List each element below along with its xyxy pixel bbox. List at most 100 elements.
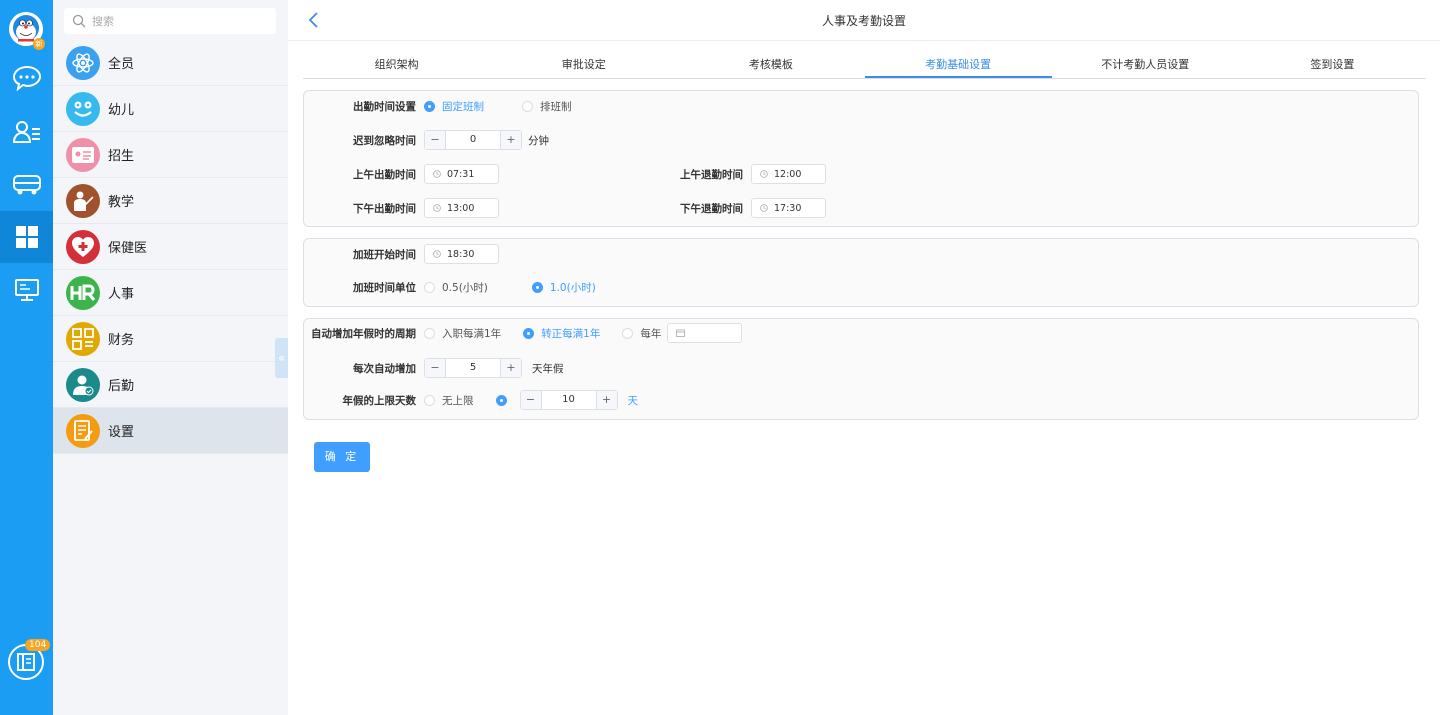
pm-out-time-picker[interactable]: 17:30 <box>751 198 826 218</box>
rail-bus-button[interactable] <box>0 158 53 210</box>
settings-note-icon <box>66 413 100 448</box>
clock-icon <box>433 204 441 212</box>
pm-in-label: 下午出勤时间 <box>353 202 416 215</box>
settings-tabs: 组织架构 审批设定 考核模板 考勤基础设置 不计考勤人员设置 签到设置 <box>303 52 1426 79</box>
sidebar-item-enrollment[interactable]: 招生 <box>53 132 288 178</box>
sidebar-item-finance[interactable]: 财务 <box>53 316 288 362</box>
sidebar-item-health[interactable]: 保健医 <box>53 224 288 270</box>
sidebar-item-label: 财务 <box>108 333 135 348</box>
sidebar-collapse-toggle[interactable]: « <box>275 338 288 378</box>
medical-cross-icon <box>66 229 100 264</box>
page-title: 人事及考勤设置 <box>821 14 906 28</box>
book-icon <box>17 653 35 671</box>
rail-contacts-button[interactable] <box>0 106 53 158</box>
sidebar-item-children[interactable]: 幼儿 <box>53 86 288 132</box>
am-in-time-picker[interactable]: 07:31 <box>424 164 499 184</box>
radio-regular-anniversary[interactable]: 转正每满1年 <box>523 326 600 341</box>
radio-scheduled-shift[interactable]: 排班制 <box>522 99 572 114</box>
sidebar-item-settings[interactable]: 设置 <box>53 408 288 454</box>
pm-in-time-picker[interactable]: 13:00 <box>424 198 499 218</box>
rail-monitor-button[interactable] <box>0 264 53 316</box>
top-bar: 人事及考勤设置 <box>288 0 1440 41</box>
radio-limited[interactable] <box>495 394 514 406</box>
auto-add-unit: 天年假 <box>532 362 564 375</box>
teacher-icon <box>66 183 100 218</box>
radio-join-anniversary[interactable]: 入职每满1年 <box>424 326 501 341</box>
user-check-icon <box>66 367 100 402</box>
sidebar-item-label: 人事 <box>108 287 135 302</box>
avatar-badge: 新 <box>33 38 45 50</box>
sidebar-item-teaching[interactable]: 教学 <box>53 178 288 224</box>
yearly-date-picker[interactable] <box>667 323 743 343</box>
search-input[interactable] <box>92 14 262 28</box>
stepper-minus-button[interactable]: − <box>425 359 446 377</box>
search-icon <box>72 14 86 28</box>
sidebar-item-label: 保健医 <box>108 241 148 256</box>
stepper-plus-button[interactable]: + <box>500 131 521 149</box>
radio-unlimited[interactable]: 无上限 <box>424 393 474 408</box>
stepper-minus-button[interactable]: − <box>520 391 542 409</box>
radio-fixed-shift[interactable]: 固定班制 <box>424 99 484 114</box>
chat-bubble-icon <box>12 65 41 91</box>
am-out-time-picker[interactable]: 12:00 <box>751 164 826 184</box>
clock-icon <box>760 170 768 178</box>
ot-start-time-picker[interactable]: 18:30 <box>424 244 499 264</box>
ot-start-label: 加班开始时间 <box>353 248 416 261</box>
late-ignore-label: 迟到忽略时间 <box>353 134 416 147</box>
stepper-minus-button[interactable]: − <box>425 131 446 149</box>
tab-excluded-staff[interactable]: 不计考勤人员设置 <box>1052 52 1239 78</box>
sidebar-item-label: 设置 <box>108 425 135 440</box>
auto-add-value[interactable]: 5 <box>446 359 500 377</box>
sidebar-item-label: 教学 <box>108 195 135 210</box>
main-content: 人事及考勤设置 组织架构 审批设定 考核模板 考勤基础设置 不计考勤人员设置 签… <box>288 0 1440 715</box>
radio-yearly[interactable]: 每年 <box>622 326 661 341</box>
leave-limit-value[interactable]: 10 <box>542 391 596 409</box>
auto-add-stepper: − 5 + <box>424 358 522 378</box>
late-ignore-unit: 分钟 <box>528 134 549 147</box>
rail-apps-button[interactable] <box>0 211 53 263</box>
smile-icon <box>66 91 100 126</box>
finance-grid-icon <box>66 321 100 356</box>
grid-apps-icon <box>15 226 38 248</box>
tab-approval[interactable]: 审批设定 <box>490 52 677 78</box>
sidebar-item-all-staff[interactable]: 全员 <box>53 40 288 86</box>
auto-cycle-label: 自动增加年假时的周期 <box>311 327 416 340</box>
radio-ot-one-hour[interactable]: 1.0(小时) <box>531 280 596 295</box>
radio-ot-half-hour[interactable]: 0.5(小时) <box>424 280 488 295</box>
sidebar-menu: 全员 幼儿 招生 教学 保健医 人事 财务 后勤 设置 <box>53 40 288 454</box>
am-out-label: 上午退勤时间 <box>680 168 743 181</box>
sidebar-item-label: 招生 <box>108 149 135 164</box>
sidebar-item-logistics[interactable]: 后勤 <box>53 362 288 408</box>
notification-badge: 104 <box>25 639 51 651</box>
stepper-plus-button[interactable]: + <box>500 359 521 377</box>
sidebar-item-hr[interactable]: 人事 <box>53 270 288 316</box>
clock-icon <box>760 204 768 212</box>
late-ignore-value[interactable]: 0 <box>446 131 500 149</box>
tab-org-structure[interactable]: 组织架构 <box>303 52 490 78</box>
pm-out-label: 下午退勤时间 <box>680 202 743 215</box>
annual-leave-panel: 自动增加年假时的周期 入职每满1年 转正每满1年 每年 每次自动增加 − 5 +… <box>303 318 1419 420</box>
sidebar-item-label: 幼儿 <box>108 103 135 118</box>
tab-assessment-template[interactable]: 考核模板 <box>677 52 864 78</box>
sidebar-item-label: 全员 <box>108 57 135 72</box>
leave-limit-label: 年假的上限天数 <box>342 394 417 407</box>
tab-check-in[interactable]: 签到设置 <box>1239 52 1426 78</box>
id-card-icon <box>66 137 100 172</box>
late-ignore-stepper: − 0 + <box>424 130 522 150</box>
attendance-time-panel: 出勤时间设置 固定班制 排班制 迟到忽略时间 − 0 + 分钟 上午出勤时间 0… <box>303 90 1419 227</box>
leave-limit-unit: 天 <box>627 394 639 407</box>
overtime-panel: 加班开始时间 18:30 加班时间单位 0.5(小时) 1.0(小时) <box>303 238 1419 307</box>
school-bus-icon <box>12 175 41 195</box>
ot-unit-label: 加班时间单位 <box>353 281 416 294</box>
sidebar-item-label: 后勤 <box>108 379 135 394</box>
rail-messages-button[interactable] <box>0 52 53 104</box>
stepper-plus-button[interactable]: + <box>595 391 617 409</box>
sidebar: 全员 幼儿 招生 教学 保健医 <box>53 0 288 715</box>
app-rail: 新 104 <box>0 0 53 715</box>
am-in-label: 上午出勤时间 <box>353 168 416 181</box>
tab-attendance-basics[interactable]: 考勤基础设置 <box>864 52 1052 78</box>
confirm-button[interactable]: 确 定 <box>314 442 370 472</box>
auto-add-label: 每次自动增加 <box>353 362 416 375</box>
clock-icon <box>433 170 441 178</box>
contacts-icon <box>12 121 40 143</box>
